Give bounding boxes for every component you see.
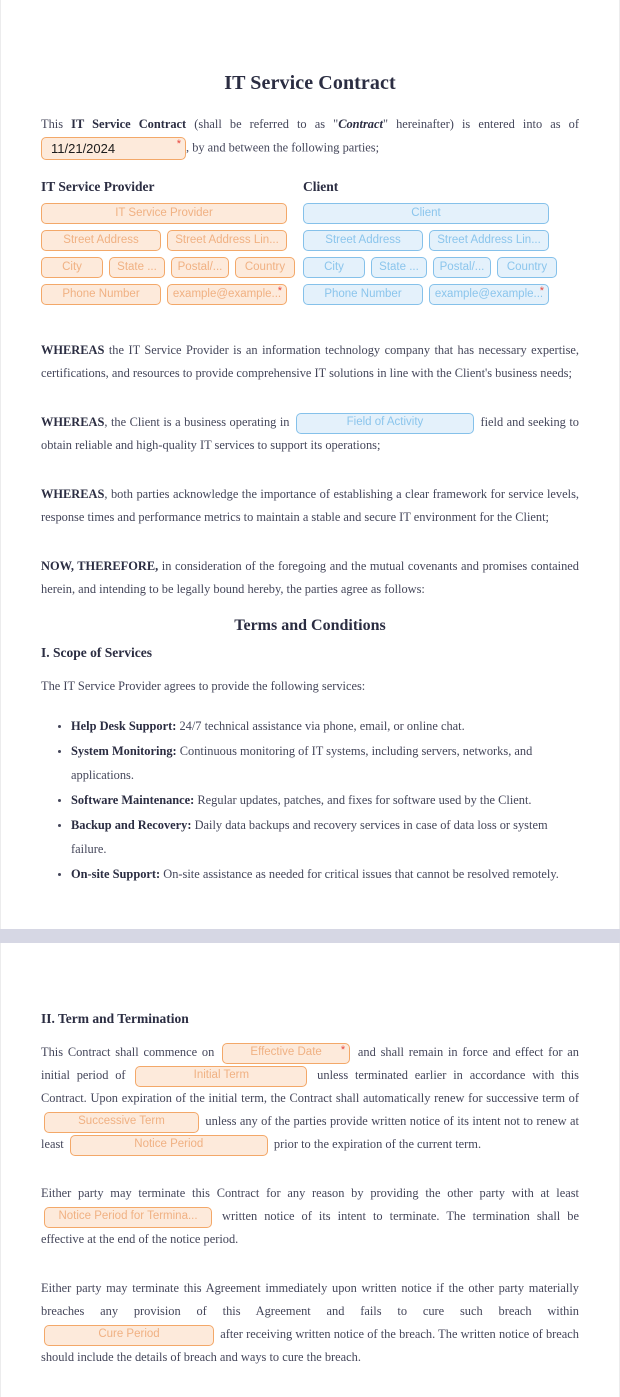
provider-country-field[interactable]: Country — [235, 257, 295, 278]
recital-one: WHEREAS the IT Service Provider is an in… — [41, 339, 579, 385]
client-country-field[interactable]: Country — [497, 257, 557, 278]
required-asterisk-icon: * — [539, 285, 544, 297]
provider-postal-field[interactable]: Postal/... — [171, 257, 229, 278]
term-p2-a: Either party may terminate this Contract… — [41, 1186, 579, 1200]
page-break-separator — [0, 929, 620, 943]
list-item: On-site Support: On-site assistance as n… — [71, 862, 579, 886]
provider-block: IT Service Provider IT Service Provider … — [41, 179, 295, 311]
service-label: Backup and Recovery: — [71, 818, 192, 832]
agreement-date-field[interactable]: 11/21/2024 * — [41, 137, 186, 160]
client-state-field[interactable]: State ... — [371, 257, 427, 278]
client-name-row: Client — [303, 203, 549, 224]
term-p3-a: Either party may terminate this Agreemen… — [41, 1281, 579, 1318]
services-list: Help Desk Support: 24/7 technical assist… — [41, 714, 579, 886]
provider-phone-field[interactable]: Phone Number — [41, 284, 161, 305]
term-and-termination-heading: II. Term and Termination — [41, 1011, 189, 1026]
recital-three-label: WHEREAS — [41, 487, 105, 501]
intro-tail: , by and between the following parties; — [186, 140, 380, 155]
notice-period-for-termination-field[interactable]: Notice Period for Termina... — [44, 1206, 212, 1228]
client-postal-field[interactable]: Postal/... — [433, 257, 491, 278]
provider-heading: IT Service Provider — [41, 179, 155, 194]
client-email-placeholder: example@example... — [434, 287, 544, 300]
service-label: Help Desk Support: — [71, 719, 177, 733]
client-street2-field[interactable]: Street Address Lin... — [429, 230, 549, 251]
provider-street1-field[interactable]: Street Address — [41, 230, 161, 251]
list-item: Backup and Recovery: Daily data backups … — [71, 813, 579, 861]
intro-mid: (shall be referred to as " — [186, 117, 339, 131]
list-item: Software Maintenance: Regular updates, p… — [71, 788, 579, 812]
provider-state-field[interactable]: State ... — [109, 257, 165, 278]
client-contact-row: Phone Number example@example... * — [303, 284, 549, 305]
document-page-2: II. Term and Termination This Contract s… — [0, 943, 620, 1397]
provider-name-row: IT Service Provider — [41, 203, 287, 224]
required-asterisk-icon: * — [340, 1043, 346, 1056]
intro-contract-quoted: Contract — [338, 117, 383, 131]
provider-street-row: Street Address Street Address Lin... — [41, 230, 287, 251]
recital-three-text: , both parties acknowledge the importanc… — [41, 487, 579, 524]
service-text: 24/7 technical assistance via phone, ema… — [176, 719, 465, 733]
recital-two-before: , the Client is a business operating in — [104, 415, 293, 429]
recital-two-label: WHEREAS — [41, 415, 105, 429]
scope-of-services-heading: I. Scope of Services — [41, 645, 152, 660]
effective-date-placeholder: Effective Date — [250, 1046, 322, 1059]
list-item: System Monitoring: Continuous monitoring… — [71, 739, 579, 787]
term-p1-e: prior to the expiration of the current t… — [270, 1137, 482, 1151]
client-email-field[interactable]: example@example... * — [429, 284, 549, 305]
document-page-1: IT Service Contract This IT Service Cont… — [0, 0, 620, 929]
intro-paragraph: This IT Service Contract (shall be refer… — [41, 113, 579, 161]
service-text: On-site assistance as needed for critica… — [160, 867, 559, 881]
page-title: IT Service Contract — [224, 72, 396, 94]
client-street-row: Street Address Street Address Lin... — [303, 230, 549, 251]
provider-email-field[interactable]: example@example... * — [167, 284, 287, 305]
provider-name-field[interactable]: IT Service Provider — [41, 203, 287, 224]
client-block: Client Client Street Address Street Addr… — [303, 179, 557, 311]
service-label: On-site Support: — [71, 867, 161, 881]
contract-document: IT Service Contract This IT Service Cont… — [0, 0, 620, 1397]
recital-two: WHEREAS, the Client is a business operat… — [41, 411, 579, 457]
provider-contact-row: Phone Number example@example... * — [41, 284, 287, 305]
required-asterisk-icon: * — [176, 138, 181, 150]
provider-locality-row: City State ... Postal/... Country — [41, 257, 295, 278]
recital-one-text: the IT Service Provider is an informatio… — [41, 343, 579, 380]
term-paragraph-one: This Contract shall commence on Effectiv… — [41, 1041, 579, 1156]
client-city-field[interactable]: City — [303, 257, 365, 278]
client-heading: Client — [303, 179, 339, 194]
term-p1-a: This Contract shall commence on — [41, 1045, 220, 1059]
service-text: Regular updates, patches, and fixes for … — [194, 793, 532, 807]
recital-three: WHEREAS, both parties acknowledge the im… — [41, 483, 579, 529]
recital-one-label: WHEREAS — [41, 343, 105, 357]
service-label: Software Maintenance: — [71, 793, 195, 807]
term-paragraph-three: Either party may terminate this Agreemen… — [41, 1277, 579, 1369]
term-paragraph-two: Either party may terminate this Contract… — [41, 1182, 579, 1251]
agreement-date-value: 11/21/2024 — [51, 141, 116, 156]
effective-date-field[interactable]: Effective Date * — [222, 1042, 351, 1064]
terms-and-conditions-heading: Terms and Conditions — [234, 617, 386, 634]
notice-period-field[interactable]: Notice Period — [69, 1134, 268, 1156]
intro-lead: This — [41, 117, 72, 131]
client-locality-row: City State ... Postal/... Country — [303, 257, 557, 278]
list-item: Help Desk Support: 24/7 technical assist… — [71, 714, 579, 738]
successive-term-field[interactable]: Successive Term — [44, 1111, 199, 1133]
provider-street2-field[interactable]: Street Address Lin... — [167, 230, 287, 251]
provider-email-placeholder: example@example... — [172, 287, 282, 300]
service-label: System Monitoring: — [71, 744, 177, 758]
intro-contract-bold: IT Service Contract — [71, 117, 187, 131]
intro-mid2: " hereinafter) is entered into as of — [382, 117, 579, 131]
client-name-field[interactable]: Client — [303, 203, 549, 224]
client-phone-field[interactable]: Phone Number — [303, 284, 423, 305]
client-street1-field[interactable]: Street Address — [303, 230, 423, 251]
cure-period-field[interactable]: Cure Period — [44, 1324, 214, 1346]
scope-intro: The IT Service Provider agrees to provid… — [41, 679, 366, 693]
now-therefore-paragraph: NOW, THEREFORE, in consideration of the … — [41, 555, 579, 601]
initial-term-field[interactable]: Initial Term — [135, 1065, 308, 1087]
required-asterisk-icon: * — [277, 285, 282, 297]
field-of-activity-field[interactable]: Field of Activity — [295, 412, 474, 434]
now-therefore-label: NOW, THEREFORE, — [41, 559, 159, 573]
parties-section: IT Service Provider IT Service Provider … — [41, 179, 579, 311]
provider-city-field[interactable]: City — [41, 257, 103, 278]
